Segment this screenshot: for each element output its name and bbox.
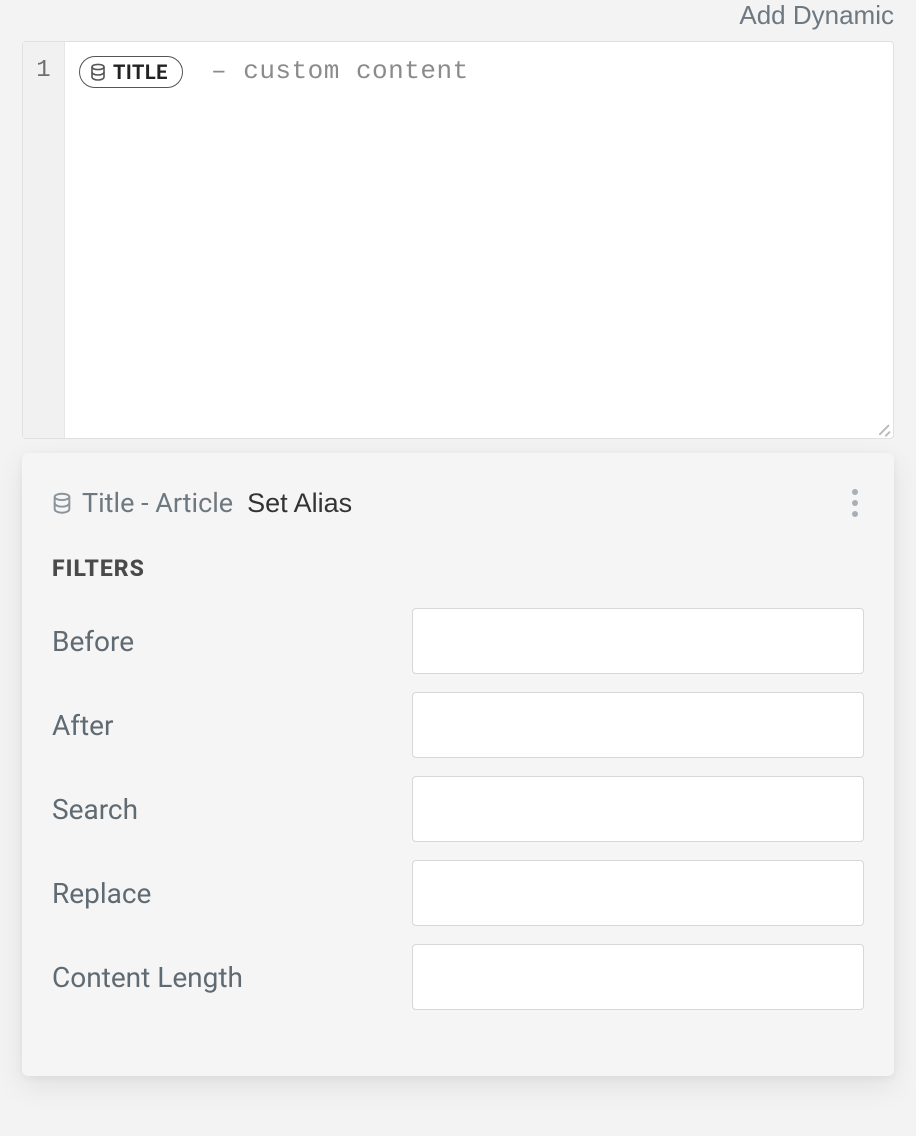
kebab-dot-icon xyxy=(852,489,858,495)
search-input[interactable] xyxy=(412,776,864,842)
panel-title: Title - Article xyxy=(52,487,233,519)
filter-row-before: Before xyxy=(52,608,864,674)
editor-static-text: – custom content xyxy=(195,56,469,86)
more-options-button[interactable] xyxy=(846,483,864,523)
editor-content[interactable]: TITLE – custom content xyxy=(65,42,893,438)
filter-label: Before xyxy=(52,625,412,658)
line-number: 1 xyxy=(23,57,64,84)
set-alias-button[interactable]: Set Alias xyxy=(247,488,352,519)
filter-row-content-length: Content Length xyxy=(52,944,864,1010)
filter-row-replace: Replace xyxy=(52,860,864,926)
add-dynamic-button[interactable]: Add Dynamic xyxy=(739,0,894,31)
panel-title-text: Title - Article xyxy=(82,487,233,519)
filter-row-after: After xyxy=(52,692,864,758)
database-icon xyxy=(90,63,106,81)
pill-label: TITLE xyxy=(113,60,168,84)
code-editor[interactable]: 1 TITLE – custom content xyxy=(22,41,894,439)
topbar: Add Dynamic xyxy=(22,0,894,41)
filter-label: Search xyxy=(52,793,412,826)
title-token-pill[interactable]: TITLE xyxy=(79,56,183,88)
filter-label: Content Length xyxy=(52,961,412,994)
panel-header: Title - Article Set Alias xyxy=(52,483,864,523)
editor-gutter: 1 xyxy=(23,42,65,438)
filter-row-search: Search xyxy=(52,776,864,842)
filter-label: Replace xyxy=(52,877,412,910)
replace-input[interactable] xyxy=(412,860,864,926)
kebab-dot-icon xyxy=(852,500,858,506)
database-icon xyxy=(52,492,72,514)
resize-handle[interactable] xyxy=(874,419,890,435)
filters-heading: FILTERS xyxy=(52,555,864,582)
kebab-dot-icon xyxy=(852,511,858,517)
after-input[interactable] xyxy=(412,692,864,758)
content-length-input[interactable] xyxy=(412,944,864,1010)
token-settings-panel: Title - Article Set Alias FILTERS Before… xyxy=(22,453,894,1076)
filter-label: After xyxy=(52,709,412,742)
before-input[interactable] xyxy=(412,608,864,674)
